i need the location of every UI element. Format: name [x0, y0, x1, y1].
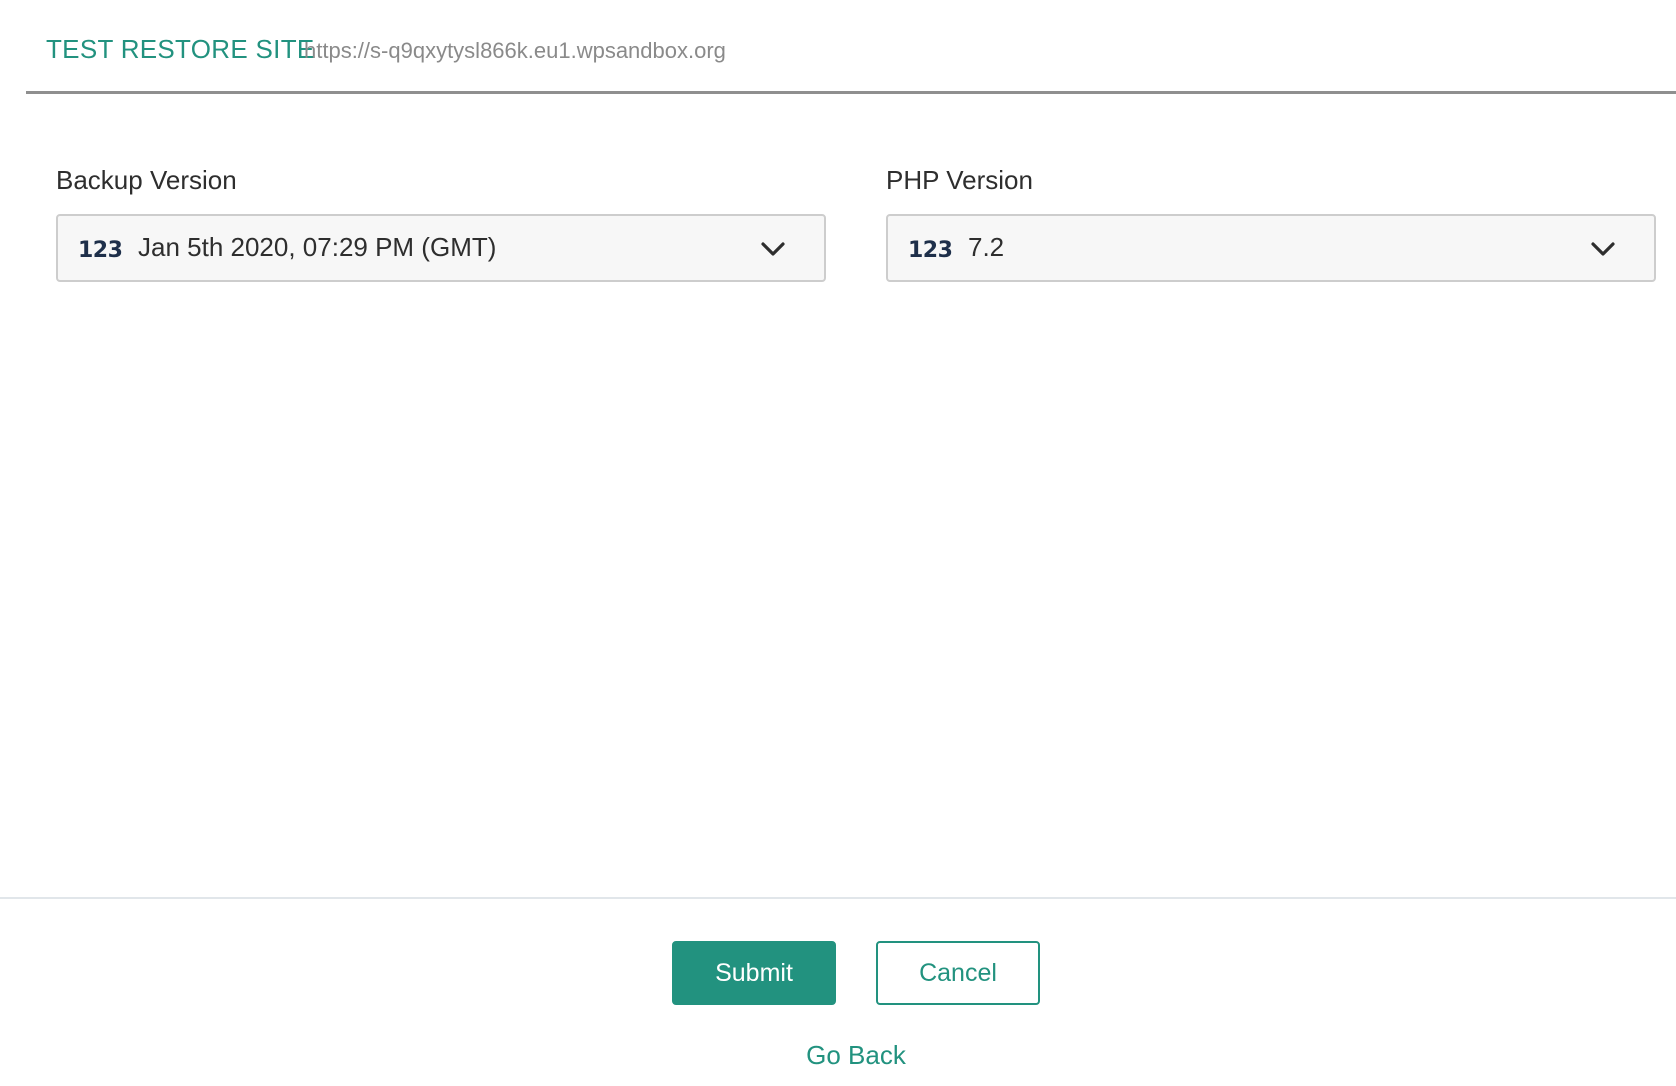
- restore-site-form: TEST RESTORE SITE https://s-q9qxytysl866…: [0, 0, 1676, 1086]
- go-back-link[interactable]: Go Back: [760, 1040, 952, 1071]
- cancel-button[interactable]: Cancel: [876, 941, 1040, 1005]
- backup-version-label: Backup Version: [56, 165, 237, 195]
- chevron-down-icon: [1591, 242, 1615, 256]
- page-title: TEST RESTORE SITE: [46, 34, 315, 64]
- site-url: https://s-q9qxytysl866k.eu1.wpsandbox.or…: [304, 38, 726, 63]
- backup-version-field: Backup Version 123 Jan 5th 2020, 07:29 P…: [56, 162, 826, 282]
- php-version-select[interactable]: 123 7.2: [886, 214, 1656, 282]
- number-icon: 123: [908, 238, 953, 263]
- backup-version-select[interactable]: 123 Jan 5th 2020, 07:29 PM (GMT): [56, 214, 826, 282]
- page-header: TEST RESTORE SITE https://s-q9qxytysl866…: [26, 0, 1676, 94]
- footer-divider: [0, 897, 1676, 899]
- php-version-label: PHP Version: [886, 165, 1033, 195]
- submit-button[interactable]: Submit: [672, 941, 836, 1005]
- number-icon: 123: [78, 238, 123, 263]
- php-version-value: 7.2: [968, 232, 1005, 262]
- php-version-field: PHP Version 123 7.2: [886, 162, 1656, 282]
- chevron-down-icon: [761, 242, 785, 256]
- backup-version-value: Jan 5th 2020, 07:29 PM (GMT): [138, 232, 497, 262]
